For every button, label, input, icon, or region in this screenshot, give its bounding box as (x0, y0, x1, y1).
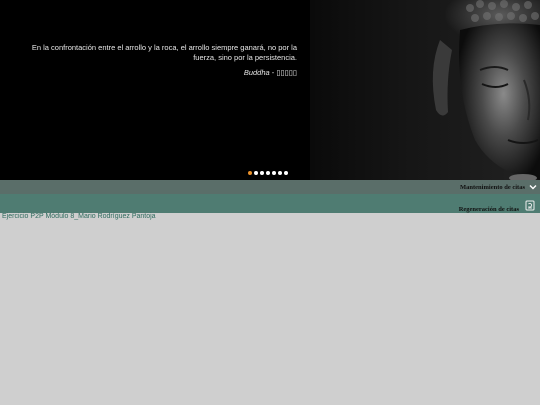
refresh-icon[interactable] (525, 199, 535, 211)
hero-banner: En la confrontación entre el arrollo y l… (0, 0, 540, 180)
quote-attribution: Buddha - ▯▯▯▯▯ (7, 68, 297, 77)
slider-dot[interactable] (254, 171, 258, 175)
maintenance-menu-bar[interactable]: Mantenimiento de citas (0, 180, 540, 194)
footer-text: Ejercicio P2P Módulo 8_Mario Rodríguez P… (2, 213, 156, 220)
quote-author: Buddha (243, 68, 270, 77)
quote-text: En la confrontación entre el arrollo y l… (31, 43, 297, 62)
slider-dot[interactable] (266, 171, 270, 175)
slider-dot[interactable] (248, 171, 252, 175)
slider-dot[interactable] (272, 171, 276, 175)
regeneration-menu-label[interactable]: Regeneración de citas (459, 206, 519, 213)
chevron-down-icon[interactable] (529, 183, 537, 191)
slider-dots (248, 171, 288, 177)
quote-source: ▯▯▯▯▯ (276, 68, 297, 77)
maintenance-menu-label[interactable]: Mantenimiento de citas (460, 184, 525, 191)
buddha-face-illustration (432, 0, 540, 180)
regeneration-menu-bar[interactable]: Regeneración de citas (0, 194, 540, 213)
buddha-image (310, 0, 540, 180)
slider-dot[interactable] (260, 171, 264, 175)
slider-dot[interactable] (284, 171, 288, 175)
quote-panel: En la confrontación entre el arrollo y l… (0, 0, 310, 180)
slider-dot[interactable] (278, 171, 282, 175)
